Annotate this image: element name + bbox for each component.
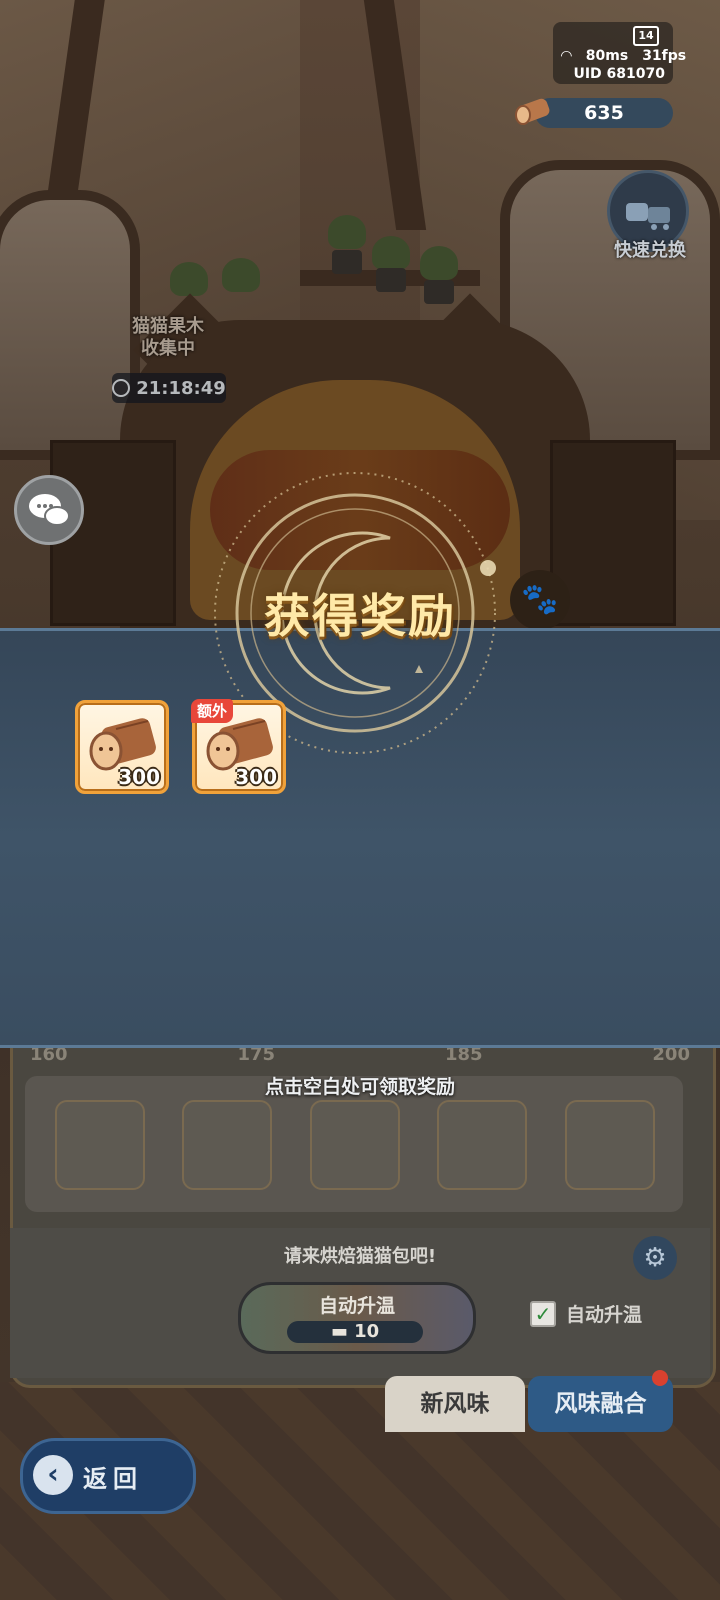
reward-title: 获得奖励 <box>264 589 456 643</box>
ingredient-slot[interactable] <box>310 1100 400 1190</box>
collector-status: 猫猫果木 收集中 <box>108 316 228 360</box>
collector-label-line2: 收集中 <box>141 338 195 359</box>
potted-plant <box>222 258 260 292</box>
wood-log-icon: ▬ <box>330 1321 348 1342</box>
potted-plant <box>372 236 410 270</box>
tab-flavor-fusion[interactable]: 风味融合 <box>528 1376 673 1432</box>
auto-heat-cost-value: 10 <box>354 1321 380 1342</box>
tab-new-flavor[interactable]: 新风味 <box>385 1376 525 1432</box>
roof-beam <box>363 0 427 230</box>
ingredient-slot[interactable] <box>437 1100 527 1190</box>
notification-dot <box>652 1370 668 1386</box>
reward-quantity: 300 <box>235 765 277 789</box>
uid-label: UID <box>573 66 602 82</box>
reward-quantity: 300 <box>118 765 160 789</box>
plant-pot <box>332 250 362 274</box>
wood-count: 635 <box>584 102 624 124</box>
extra-reward-tag: 额外 <box>191 699 234 723</box>
plant-pot <box>424 280 454 304</box>
uid-row: UID 681070 <box>573 66 665 82</box>
reward-item-wood-extra[interactable]: 额外 300 <box>191 699 286 794</box>
plant-pot <box>376 268 406 292</box>
ping-fps-row: ◠ 80ms 31fps <box>561 48 686 64</box>
back-button[interactable]: ‹ 返回 <box>20 1438 196 1514</box>
chat-button[interactable] <box>14 475 84 545</box>
back-label: 返回 <box>83 1465 143 1493</box>
potted-plant <box>420 246 458 280</box>
auto-heat-cost: ▬ 10 <box>287 1321 423 1343</box>
chat-bubbles-icon <box>29 494 70 526</box>
gear-icon: ⚙ <box>643 1243 667 1273</box>
timer-value: 21:18:49 <box>136 377 226 399</box>
reward-item-wood[interactable]: 300 <box>75 700 169 794</box>
fps-badge: 14 <box>633 26 659 46</box>
potted-plant <box>328 215 366 249</box>
back-arrow-icon: ‹ <box>33 1455 73 1495</box>
ingredient-slot[interactable] <box>55 1100 145 1190</box>
uid-value: 681070 <box>606 66 665 82</box>
wood-currency-counter[interactable]: 635 <box>515 98 673 128</box>
settings-button[interactable]: ⚙ <box>633 1236 677 1280</box>
checkbox-checked-icon[interactable]: ✓ <box>530 1300 556 1327</box>
auto-heat-label: 自动升温 <box>318 1295 395 1317</box>
auto-heat-toggle[interactable]: ✓ 自动升温 <box>530 1300 642 1327</box>
tap-to-claim-hint: 点击空白处可领取奖励 <box>264 1076 455 1098</box>
auto-heat-toggle-label: 自动升温 <box>566 1304 643 1326</box>
auto-heat-button[interactable]: 自动升温 ▬ 10 <box>238 1282 476 1354</box>
ping-value: 80ms <box>585 48 629 64</box>
clock-icon <box>112 379 131 397</box>
collector-timer: 21:18:49 <box>112 373 226 403</box>
potted-plant <box>170 262 208 296</box>
quick-exchange-label: 快速兑换 <box>614 240 686 261</box>
wifi-icon: ◠ <box>561 48 572 64</box>
bake-message: 请来烘焙猫猫包吧! <box>283 1246 437 1267</box>
ingredient-slot[interactable] <box>182 1100 272 1190</box>
network-status: 14 ◠ 80ms 31fps UID 681070 <box>553 22 686 84</box>
ingredient-slot[interactable] <box>565 1100 655 1190</box>
collector-label-line1: 猫猫果木 <box>132 316 204 337</box>
fps-value: 31fps <box>642 48 687 64</box>
